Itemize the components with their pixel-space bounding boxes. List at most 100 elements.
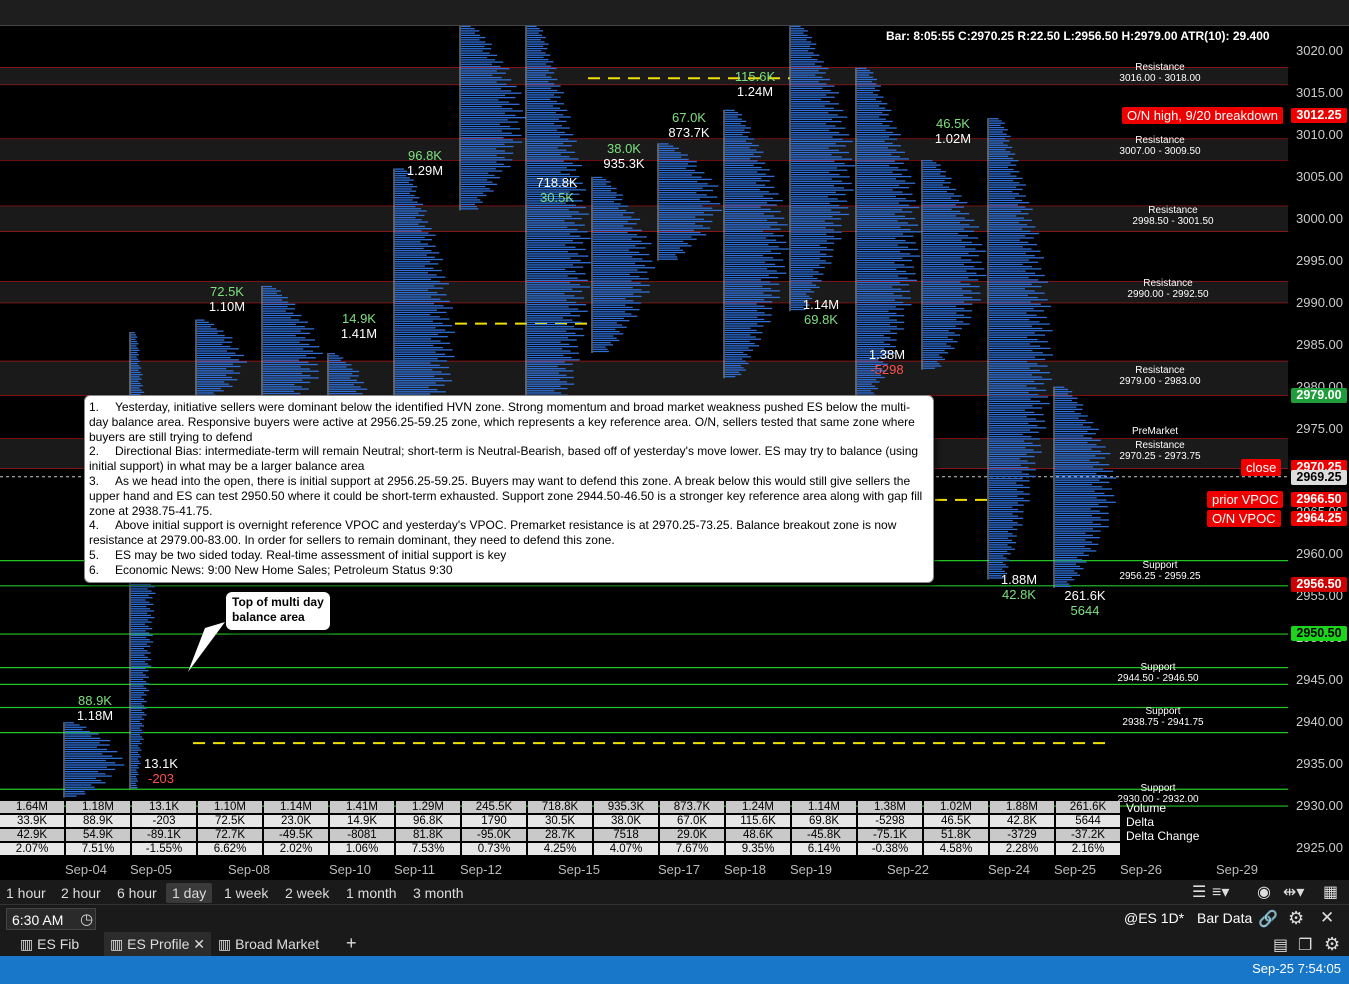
profile-bar	[527, 85, 561, 87]
timeframe-button[interactable]: 6 hour	[111, 883, 163, 903]
trading-plan-note[interactable]: 1. Yesterday, initiative sellers were dom…	[84, 395, 934, 583]
timeframe-button[interactable]: 1 day	[166, 883, 213, 903]
profile-bar	[1055, 530, 1101, 532]
settings-icon[interactable]: ⚙	[1324, 934, 1340, 955]
profile-bar	[923, 182, 951, 184]
profile-bar	[989, 224, 1028, 226]
profile-bar	[791, 105, 825, 107]
profile-bar	[1055, 435, 1084, 437]
profile-bar	[725, 305, 765, 307]
price-tick-label: 2940.00	[1296, 714, 1343, 730]
timeframe-button[interactable]: 2 hour	[55, 883, 107, 903]
profile-bar	[395, 369, 433, 371]
profile-bar	[329, 359, 341, 361]
profile-bar	[527, 69, 549, 72]
profile-label: 1.38M -5298	[857, 347, 917, 377]
date-label: Sep-24	[988, 862, 1030, 877]
profile-bar	[659, 163, 689, 165]
profile-bar	[1055, 512, 1109, 514]
chart-area[interactable]: Bar: 8:05:55 C:2970.25 R:22.50 L:2956.50…	[0, 0, 1349, 880]
profile-bar	[131, 672, 143, 674]
profile-bar	[791, 209, 832, 211]
profile-bar	[923, 303, 973, 305]
price-axis[interactable]	[1290, 26, 1349, 876]
profile-bar	[725, 369, 746, 371]
profile-bar	[857, 217, 916, 220]
profile-bar	[131, 751, 139, 754]
copy-icon[interactable]: ❐	[1298, 935, 1312, 955]
profile-bar	[131, 358, 139, 360]
close-tab-icon[interactable]: ✕	[189, 936, 205, 952]
zone-label: Support 2938.75 - 2941.75	[1098, 706, 1228, 728]
workspace-tab[interactable]: ▥ ES Profile ✕	[104, 932, 211, 956]
eye-icon[interactable]: ◉	[1257, 882, 1271, 902]
timeframe-button[interactable]: 1 month	[340, 883, 403, 903]
profile-label-bottom: 1.24M	[736, 84, 774, 99]
profile-bar	[659, 236, 692, 238]
profile-bar	[989, 120, 1002, 122]
profile-bar	[923, 188, 957, 191]
add-tab-icon[interactable]: +	[346, 933, 357, 954]
profile-bar	[527, 72, 555, 74]
profile-bar	[857, 295, 903, 297]
profile-label-bottom: -5298	[870, 362, 904, 377]
profile-bar	[791, 58, 818, 61]
profile-bar	[989, 438, 1040, 440]
timeframe-button[interactable]: 1 hour	[0, 883, 52, 903]
link-icon[interactable]: 🔗	[1258, 909, 1278, 929]
profile-bar	[65, 766, 107, 768]
profile-bar	[131, 338, 136, 340]
timeframe-button[interactable]: 3 month	[407, 883, 470, 903]
calendar-icon[interactable]: ▦	[1323, 882, 1338, 902]
profile-bar	[527, 160, 564, 162]
timeframe-button[interactable]: 1 week	[218, 883, 274, 903]
bar-data-label[interactable]: Bar Data	[1197, 910, 1252, 926]
profile-bar	[923, 219, 975, 221]
profile-bar	[131, 745, 139, 747]
stats-cell: 718.8K	[528, 801, 592, 813]
profile-bar	[527, 47, 548, 50]
profile-bar	[791, 158, 853, 160]
profile-bar	[131, 696, 142, 698]
profile-bar	[725, 206, 761, 208]
profile-bar	[923, 356, 943, 358]
profile-bar	[989, 190, 1013, 193]
profile-bar	[593, 234, 638, 236]
profile-bar	[857, 184, 900, 187]
workspace-tab[interactable]: ▥ Broad Market	[212, 932, 325, 956]
profile-bar	[989, 418, 1036, 420]
stats-cell: -45.8K	[792, 829, 856, 841]
profile-bar	[725, 177, 762, 180]
close-icon[interactable]: ✕	[1320, 908, 1334, 928]
profile-bar	[527, 376, 574, 379]
lines-icon[interactable]: ≡▾	[1212, 882, 1229, 902]
profile-bar	[989, 561, 1003, 564]
list-icon[interactable]: ☰	[1192, 882, 1206, 902]
profile-bar	[725, 129, 745, 131]
profile-bar	[395, 219, 422, 221]
profile-bar	[527, 317, 563, 319]
profile-bar	[857, 160, 895, 162]
profile-bar	[923, 338, 953, 341]
profile-bar	[527, 262, 591, 264]
profile-bar	[527, 81, 549, 83]
balance-area-callout[interactable]: Top of multi day balance area	[226, 592, 330, 630]
profile-bar	[131, 707, 147, 709]
profile-bar	[527, 103, 564, 105]
clock-icon[interactable]: ◷	[80, 910, 93, 928]
profile-bar	[857, 72, 874, 74]
profile-bar	[923, 312, 957, 314]
profile-bar	[197, 323, 215, 326]
profile-bar	[857, 323, 890, 326]
profile-bar	[725, 345, 760, 347]
profile-bar	[857, 140, 885, 142]
profile-bar	[527, 387, 568, 390]
symbol-label[interactable]: @ES 1D*	[1124, 910, 1184, 926]
layout-icon[interactable]: ▤	[1273, 935, 1288, 955]
gear-icon[interactable]: ⚙	[1288, 908, 1304, 929]
zoom-fit-icon[interactable]: ⇹▾	[1283, 882, 1304, 902]
profile-bar	[395, 269, 442, 272]
workspace-tab[interactable]: ▥ ES Fib	[14, 932, 85, 956]
timeframe-button[interactable]: 2 week	[279, 883, 335, 903]
stats-cell: 261.6K	[1056, 801, 1120, 813]
